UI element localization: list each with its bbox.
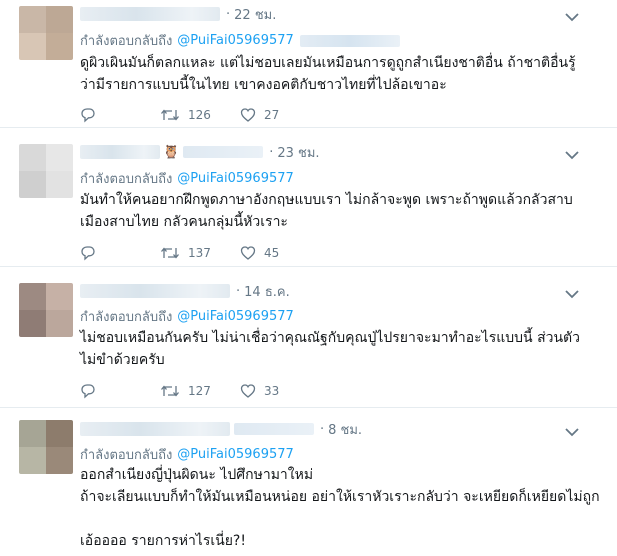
retweet-icon xyxy=(161,109,179,121)
retweet-count: 137 xyxy=(188,246,211,260)
tweet-text: ไม่ชอบเหมือนกันครับ ไม่น่าเชื่อว่าคุณณัฐ… xyxy=(80,330,580,368)
tweet[interactable]: 🦉 · 23 ชม. กำลังตอบกลับถึง @PuiFai059695… xyxy=(0,128,617,267)
like-icon xyxy=(240,108,256,122)
reply-button[interactable] xyxy=(80,245,160,261)
replying-to: กำลังตอบกลับถึง @PuiFai05969577 xyxy=(80,171,294,187)
replying-to: กำลังตอบกลับถึง @PuiFai05969577 xyxy=(80,309,294,325)
like-button[interactable]: 45 xyxy=(240,245,320,261)
mention-link[interactable]: @PuiFai05969577 xyxy=(177,447,294,462)
replying-to: กำลังตอบกลับถึง @PuiFai05969577 xyxy=(80,30,400,51)
tweet-header: · 8 ชม. xyxy=(80,419,362,439)
mention-link[interactable]: @PuiFai05969577 xyxy=(177,171,294,186)
tweet-header: · 14 ธ.ค. xyxy=(80,281,290,301)
separator-dot: · xyxy=(226,6,231,22)
author-handle-redacted[interactable] xyxy=(183,146,264,158)
avatar[interactable] xyxy=(19,144,73,198)
redacted-mention xyxy=(299,34,400,47)
tweet-timestamp[interactable]: 22 ชม. xyxy=(234,4,276,25)
reply-button[interactable] xyxy=(80,383,160,399)
like-count: 33 xyxy=(264,384,280,398)
caret-down-icon[interactable] xyxy=(565,12,579,22)
avatar[interactable] xyxy=(19,420,73,474)
author-name-redacted[interactable] xyxy=(80,7,220,21)
retweet-count-static: 126 xyxy=(188,108,211,122)
author-handle-redacted[interactable] xyxy=(234,423,314,435)
separator-dot: · xyxy=(320,421,325,437)
tweet-actions: 137 45 xyxy=(80,243,320,263)
tweet-text: ออกสำเนียงญี่ปุ่นผิดนะ ไปศึกษามาใหม่ ถ้า… xyxy=(80,467,600,549)
tweet-text: มันทำให้คนอยากฝึกพูดภาษาอังกฤษแบบเรา ไม่… xyxy=(80,192,573,230)
tweet[interactable]: · 8 ชม. กำลังตอบกลับถึง @PuiFai05969577 … xyxy=(0,408,617,556)
retweet-button[interactable]: 137 xyxy=(160,245,240,261)
reply-icon xyxy=(81,108,95,123)
caret-down-icon[interactable] xyxy=(565,150,579,160)
separator-dot: · xyxy=(236,283,241,299)
like-count: 45 xyxy=(264,246,280,260)
caret-down-icon[interactable] xyxy=(565,427,579,437)
like-button[interactable]: 33 xyxy=(240,383,320,399)
reply-button[interactable] xyxy=(80,107,160,123)
retweet-button[interactable]: 127 xyxy=(160,383,240,399)
avatar[interactable] xyxy=(19,283,73,337)
tweet-actions: 127 33 xyxy=(80,381,320,401)
tweet-timestamp[interactable]: 14 ธ.ค. xyxy=(244,281,290,302)
tweet[interactable]: · 22 ชม. กำลังตอบกลับถึง @PuiFai05969577… xyxy=(0,0,617,128)
reply-icon xyxy=(81,246,95,261)
tweet-text: ดูผิวเผินมันก็ตลกแหละ แต่ไม่ชอบเลยมันเหม… xyxy=(80,55,576,93)
tweet-timestamp[interactable]: 23 ชม. xyxy=(277,142,319,163)
reply-icon xyxy=(81,384,95,399)
owl-emoji: 🦉 xyxy=(163,144,180,160)
replying-to: กำลังตอบกลับถึง @PuiFai05969577 xyxy=(80,447,294,463)
like-icon xyxy=(240,246,256,260)
author-name-redacted[interactable] xyxy=(80,284,230,298)
caret-down-icon[interactable] xyxy=(565,289,579,299)
mention-link[interactable]: @PuiFai05969577 xyxy=(177,309,294,324)
separator-dot: · xyxy=(269,144,274,160)
like-button[interactable]: 27 xyxy=(240,107,320,123)
like-icon xyxy=(240,384,256,398)
avatar[interactable] xyxy=(19,6,73,60)
retweet-count: 127 xyxy=(188,384,211,398)
tweet-header: 🦉 · 23 ชม. xyxy=(80,142,320,162)
tweet-header: · 22 ชม. xyxy=(80,4,276,24)
tweet-actions: 126 27 xyxy=(80,105,320,125)
author-name-redacted[interactable] xyxy=(80,145,160,159)
mention-link[interactable]: @PuiFai05969577 xyxy=(177,33,294,48)
retweet-icon xyxy=(161,385,179,397)
tweet-timestamp[interactable]: 8 ชม. xyxy=(328,419,362,440)
tweet[interactable]: · 14 ธ.ค. กำลังตอบกลับถึง @PuiFai0596957… xyxy=(0,267,617,408)
retweet-button[interactable]: 126 xyxy=(160,107,240,123)
like-count: 27 xyxy=(264,108,280,122)
retweet-icon xyxy=(161,247,179,259)
author-name-redacted[interactable] xyxy=(80,422,230,436)
